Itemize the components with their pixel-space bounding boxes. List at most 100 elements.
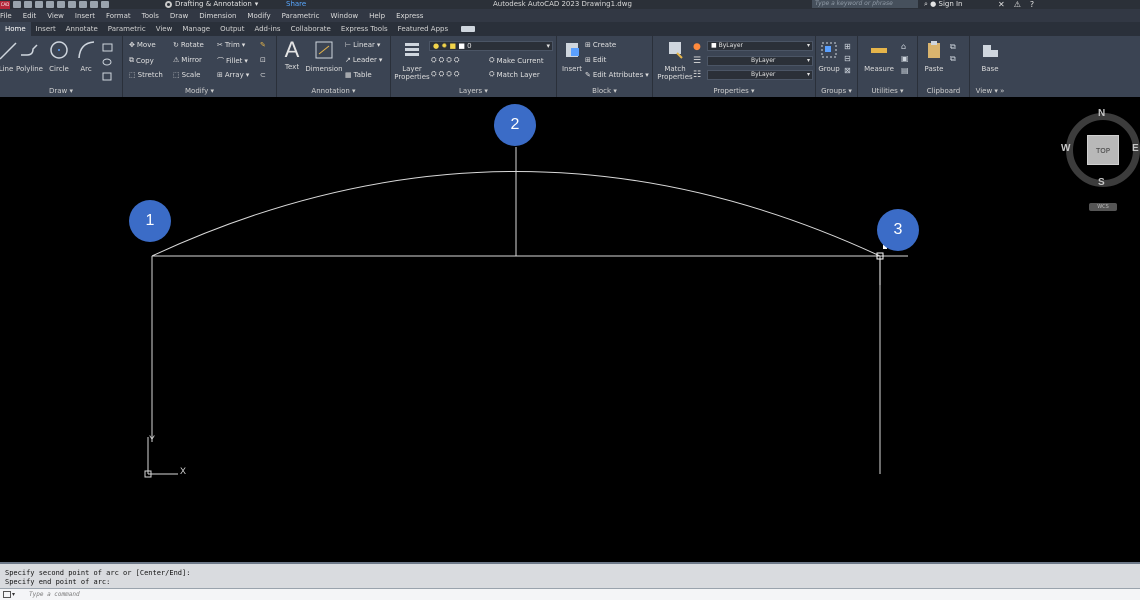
block-panel-title[interactable]: Block ▾ bbox=[557, 87, 652, 95]
menu-modify[interactable]: Modify bbox=[247, 12, 270, 20]
draw-panel-title[interactable]: Draw ▾ bbox=[0, 87, 122, 95]
polyline-tool[interactable]: Polyline bbox=[16, 39, 43, 73]
layer-thaw-icon[interactable]: ⛭ bbox=[446, 70, 452, 79]
erase-button[interactable]: ✎ bbox=[260, 41, 266, 49]
annotation-panel-title[interactable]: Annotation ▾ bbox=[277, 87, 390, 95]
save-web-icon[interactable] bbox=[68, 1, 76, 8]
layer-dropdown[interactable]: ● ✹ ■ ■ 0 ▾ bbox=[429, 41, 553, 51]
scale-button[interactable]: ⬚ Scale bbox=[173, 71, 200, 79]
command-line[interactable]: ▾ Type a command bbox=[0, 588, 1140, 600]
menu-window[interactable]: Window bbox=[331, 12, 359, 20]
menu-edit[interactable]: Edit bbox=[23, 12, 37, 20]
chevron-down-icon[interactable]: ▾ bbox=[12, 591, 15, 598]
tab-insert[interactable]: Insert bbox=[31, 22, 61, 36]
compass-east[interactable]: E bbox=[1132, 143, 1139, 154]
app-logo[interactable]: CAD bbox=[0, 0, 10, 9]
layer-properties-tool[interactable]: Layer Properties bbox=[393, 39, 431, 81]
menu-tools[interactable]: Tools bbox=[142, 12, 159, 20]
save-icon[interactable] bbox=[35, 1, 43, 8]
help-icon[interactable]: ? bbox=[1030, 0, 1034, 9]
tab-view[interactable]: View bbox=[151, 22, 178, 36]
line-tool[interactable]: Line bbox=[0, 39, 17, 73]
groups-panel-title[interactable]: Groups ▾ bbox=[816, 87, 857, 95]
menu-format[interactable]: Format bbox=[106, 12, 131, 20]
save-as-icon[interactable] bbox=[46, 1, 54, 8]
utilities-panel-title[interactable]: Utilities ▾ bbox=[858, 87, 917, 95]
workspace-switcher[interactable]: Drafting & Annotation ▾ bbox=[165, 0, 258, 9]
viewcube-top-face[interactable]: TOP bbox=[1087, 135, 1119, 165]
clipboard-panel-title[interactable]: Clipboard bbox=[918, 87, 969, 95]
drawing-canvas[interactable]: Y X bbox=[0, 97, 1140, 562]
mirror-button[interactable]: ⚠ Mirror bbox=[173, 56, 202, 64]
undo-icon[interactable] bbox=[90, 1, 98, 8]
layer-on-icon[interactable]: ⛭ bbox=[431, 70, 437, 79]
tab-parametric[interactable]: Parametric bbox=[103, 22, 151, 36]
paste-tool[interactable]: Paste bbox=[920, 39, 948, 73]
redo-icon[interactable] bbox=[101, 1, 109, 8]
measure-tool[interactable]: Measure bbox=[864, 39, 894, 73]
view-panel-title[interactable]: View ▾ » bbox=[970, 87, 1010, 95]
group-extra-tools[interactable]: ⊞ ⊟ ⊠ bbox=[844, 41, 851, 77]
menu-help[interactable]: Help bbox=[369, 12, 385, 20]
text-tool[interactable]: A Text bbox=[281, 39, 303, 72]
arc-tool[interactable]: Arc bbox=[76, 39, 96, 73]
plot-icon[interactable] bbox=[79, 1, 87, 8]
move-button[interactable]: ✥ Move bbox=[129, 41, 156, 49]
utilities-extra-tools[interactable]: ⌂ ▣ ▤ bbox=[901, 41, 909, 77]
layer-lock-icon[interactable]: ⛭ bbox=[454, 56, 460, 65]
layer-unisolate-icon[interactable]: ⛭ bbox=[439, 70, 445, 79]
make-current-button[interactable]: ⛭ Make Current bbox=[489, 56, 544, 65]
tab-output[interactable]: Output bbox=[215, 22, 249, 36]
stay-connected-icon[interactable]: ⚠ bbox=[1014, 0, 1021, 9]
layer-freeze-icon[interactable]: ⛭ bbox=[446, 56, 452, 65]
stretch-button[interactable]: ⬚ Stretch bbox=[129, 71, 163, 79]
edit-attributes-button[interactable]: ✎ Edit Attributes ▾ bbox=[585, 71, 649, 79]
linetype-dropdown[interactable]: ByLayer ▾ bbox=[707, 70, 813, 80]
compass-north[interactable]: N bbox=[1098, 108, 1105, 119]
sign-in-button[interactable]: ⌕ ● Sign In bbox=[924, 0, 963, 9]
offset-button[interactable]: ⊂ bbox=[260, 71, 266, 79]
tab-express-tools[interactable]: Express Tools bbox=[336, 22, 393, 36]
tab-home[interactable]: Home bbox=[0, 22, 31, 36]
command-input[interactable]: Type a command bbox=[29, 591, 80, 598]
tab-add-ins[interactable]: Add-ins bbox=[249, 22, 285, 36]
leader-button[interactable]: ↗ Leader ▾ bbox=[345, 56, 382, 64]
command-prompt-icon[interactable] bbox=[3, 591, 11, 598]
layer-off-icon[interactable]: ⛭ bbox=[431, 56, 437, 65]
tab-manage[interactable]: Manage bbox=[177, 22, 215, 36]
open-web-icon[interactable] bbox=[57, 1, 65, 8]
rotate-button[interactable]: ↻ Rotate bbox=[173, 41, 204, 49]
array-button[interactable]: ⊞ Array ▾ bbox=[217, 71, 249, 79]
menu-dimension[interactable]: Dimension bbox=[199, 12, 236, 20]
match-layer-button[interactable]: ⛭ Match Layer bbox=[489, 70, 540, 79]
base-tool[interactable]: Base bbox=[976, 39, 1004, 73]
copy-button[interactable]: ⧉ Copy bbox=[129, 56, 154, 65]
menu-draw[interactable]: Draw bbox=[170, 12, 188, 20]
tab-options-icon[interactable] bbox=[461, 26, 476, 32]
menu-express[interactable]: Express bbox=[396, 12, 423, 20]
menu-file[interactable]: File bbox=[0, 12, 12, 20]
layer-isolate-icon[interactable]: ⛭ bbox=[439, 56, 445, 65]
search-icon[interactable]: ⌕ bbox=[924, 0, 928, 8]
trim-button[interactable]: ✂ Trim ▾ bbox=[217, 41, 245, 49]
create-block-button[interactable]: ⊞ Create bbox=[585, 41, 616, 49]
tab-annotate[interactable]: Annotate bbox=[61, 22, 103, 36]
lineweight-dropdown[interactable]: ByLayer ▾ bbox=[707, 56, 813, 66]
new-file-icon[interactable] bbox=[13, 1, 21, 8]
fillet-button[interactable]: ⌒ Fillet ▾ bbox=[217, 56, 248, 66]
dimension-tool[interactable]: Dimension bbox=[305, 39, 343, 73]
compass-south[interactable]: S bbox=[1098, 177, 1105, 188]
tab-collaborate[interactable]: Collaborate bbox=[286, 22, 336, 36]
menu-view[interactable]: View bbox=[47, 12, 64, 20]
modify-panel-title[interactable]: Modify ▾ bbox=[123, 87, 276, 95]
help-search-input[interactable]: Type a keyword or phrase bbox=[812, 0, 918, 8]
linear-button[interactable]: ⊢ Linear ▾ bbox=[345, 41, 380, 49]
explode-button[interactable]: ⊡ bbox=[260, 56, 266, 64]
menu-parametric[interactable]: Parametric bbox=[282, 12, 320, 20]
table-button[interactable]: ▦ Table bbox=[345, 71, 372, 79]
color-dropdown[interactable]: ■ ByLayer ▾ bbox=[707, 41, 813, 51]
clipboard-extra-tools[interactable]: ⧉ ⧉ bbox=[950, 41, 956, 65]
open-file-icon[interactable] bbox=[24, 1, 32, 8]
share-button[interactable]: Share bbox=[286, 0, 306, 9]
group-tool[interactable]: Group bbox=[818, 39, 840, 73]
